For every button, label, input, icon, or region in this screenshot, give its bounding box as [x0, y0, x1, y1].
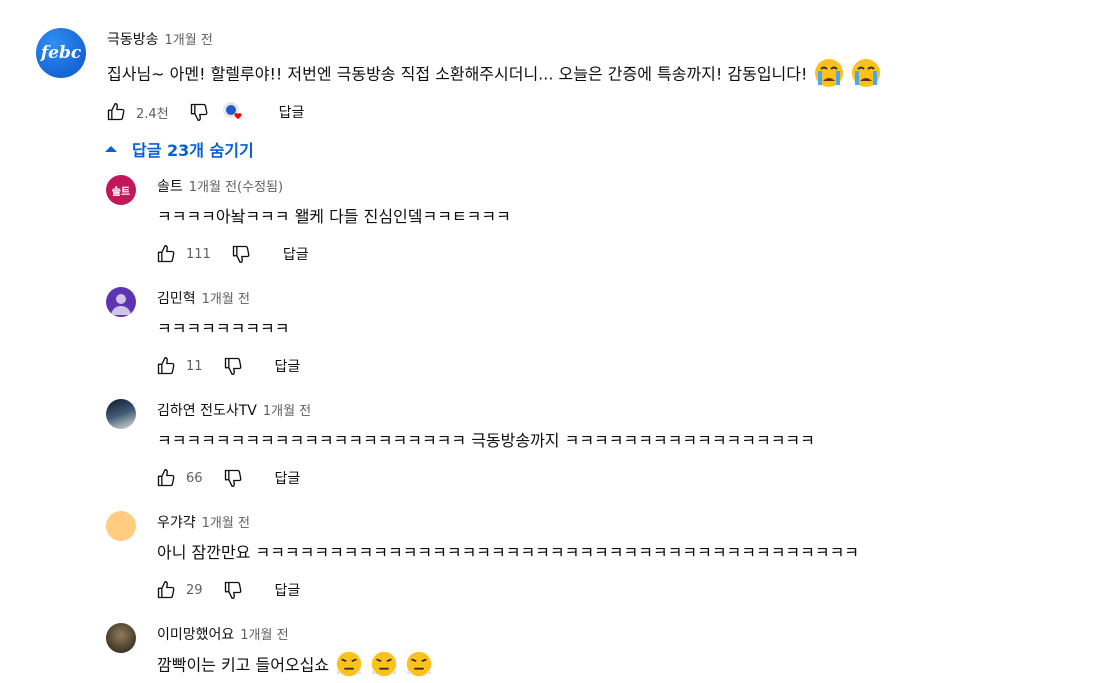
comment-thread: febc 극동방송 1개월 전 집사님~ 아멘! 할렐루야!! 저번엔 극동방송 … — [0, 0, 1099, 682]
thumbs-up-icon — [157, 468, 175, 487]
reply-text: 아니 잠깐만요 ㅋㅋㅋㅋㅋㅋㅋㅋㅋㅋㅋㅋㅋㅋㅋㅋㅋㅋㅋㅋㅋㅋㅋㅋㅋㅋㅋㅋㅋㅋㅋㅋ… — [157, 543, 860, 562]
reply-author-line: 솔트 1개월 전(수정됨) — [157, 176, 283, 196]
thumbs-down-icon — [232, 245, 250, 264]
reply-button[interactable]: 답글 — [275, 356, 301, 376]
thumbs-down-icon — [224, 357, 241, 376]
comment-author-line: 극동방송 1개월 전 — [107, 29, 213, 49]
comment-text: 집사님~ 아멘! 할렐루야!! 저번엔 극동방송 직접 소환해주시더니... 오… — [107, 57, 882, 93]
reply-author[interactable]: 솔트 — [157, 179, 183, 195]
reply-avatar[interactable]: 솔트 — [106, 175, 136, 205]
hide-replies-label: 답글 23개 숨기기 — [132, 141, 254, 160]
steam-face-emoji-icon — [404, 649, 434, 683]
reply-avatar[interactable] — [106, 511, 136, 541]
reply-text: 깜빡이는 키고 들어오십쇼 — [157, 649, 434, 683]
reply-avatar[interactable] — [106, 287, 136, 317]
reply-button[interactable]: 답글 — [275, 468, 301, 488]
comment-text-content: 집사님~ 아멘! 할렐루야!! 저번엔 극동방송 직접 소환해주시더니... 오… — [107, 64, 808, 84]
dislike-button[interactable] — [187, 100, 211, 124]
default-user-icon — [111, 294, 131, 315]
steam-face-emoji-icon — [369, 649, 399, 683]
like-button[interactable] — [154, 354, 178, 378]
like-button[interactable] — [104, 100, 128, 124]
thumbs-down-icon — [224, 581, 241, 600]
reply-author[interactable]: 김민혁 — [157, 291, 196, 307]
reply-author[interactable]: 우갸갹 — [157, 515, 196, 531]
reply-time[interactable]: 1개월 전(수정됨) — [189, 180, 283, 195]
channel-avatar[interactable]: febc — [36, 28, 86, 78]
reply-author-line: 김민혁 1개월 전 — [157, 288, 250, 308]
reply-text: ㅋㅋㅋㅋㅋㅋㅋㅋㅋㅋㅋㅋㅋㅋㅋㅋㅋㅋㅋㅋㅋ 극동방송까지 ㅋㅋㅋㅋㅋㅋㅋㅋㅋㅋㅋ… — [157, 431, 815, 450]
like-count: 11 — [186, 358, 203, 374]
reply-author[interactable]: 이미망했어요 — [157, 627, 234, 643]
reply-actions: 66 답글 — [154, 466, 300, 490]
dislike-button[interactable] — [221, 578, 245, 602]
reply-time[interactable]: 1개월 전 — [263, 404, 311, 419]
dislike-button[interactable] — [229, 242, 253, 266]
thumbs-up-icon — [157, 580, 175, 599]
reply-actions: 11 답글 — [154, 354, 300, 378]
reply-time[interactable]: 1개월 전 — [202, 292, 250, 307]
reply-author-line: 김하연 전도사TV 1개월 전 — [157, 400, 311, 420]
creator-avatar-heart-icon — [222, 102, 242, 119]
steam-face-emoji-icon — [334, 649, 364, 683]
comment-author[interactable]: 극동방송 — [107, 32, 159, 48]
creator-heart-badge — [221, 100, 245, 124]
reply-actions: 111 답글 — [154, 242, 309, 266]
caret-up-icon — [105, 146, 117, 152]
reply-avatar[interactable] — [106, 399, 136, 429]
crying-face-emoji-icon — [850, 57, 882, 93]
reply-text-content: 깜빡이는 키고 들어오십쇼 — [157, 655, 330, 675]
reply-button[interactable]: 답글 — [283, 244, 309, 264]
like-count: 2.4천 — [136, 106, 169, 122]
hide-replies-button[interactable]: 답글 23개 숨기기 — [104, 137, 254, 161]
reply-author-line: 우갸갹 1개월 전 — [157, 512, 250, 532]
reply-button[interactable]: 답글 — [275, 580, 301, 600]
reply-avatar[interactable] — [106, 623, 136, 653]
reply-text: ㅋㅋㅋㅋ아놬ㅋㅋㅋ 왤케 다들 진심인뎈ㅋㅋㅌㅋㅋㅋ — [157, 207, 511, 226]
reply-author-line: 이미망했어요 1개월 전 — [157, 624, 289, 644]
like-button[interactable] — [154, 578, 178, 602]
comment-actions: 2.4천 답글 — [104, 100, 304, 124]
dislike-button[interactable] — [221, 466, 245, 490]
thumbs-up-icon — [107, 102, 125, 121]
dislike-button[interactable] — [221, 354, 245, 378]
thumbs-up-icon — [157, 244, 175, 263]
reply-button[interactable]: 답글 — [279, 102, 305, 122]
thumbs-up-icon — [157, 356, 175, 375]
like-button[interactable] — [154, 466, 178, 490]
thumbs-down-icon — [190, 103, 208, 122]
crying-face-emoji-icon — [813, 57, 845, 93]
like-count: 66 — [186, 470, 203, 486]
reply-time[interactable]: 1개월 전 — [240, 628, 288, 643]
like-count: 29 — [186, 582, 203, 598]
reply-text: ㅋㅋㅋㅋㅋㅋㅋㅋㅋ — [157, 319, 290, 338]
like-button[interactable] — [154, 242, 178, 266]
reply-author[interactable]: 김하연 전도사TV — [157, 403, 257, 419]
reply-actions: 29 답글 — [154, 578, 300, 602]
avatar-text: 솔트 — [111, 186, 131, 198]
reply-time[interactable]: 1개월 전 — [202, 516, 250, 531]
thumbs-down-icon — [224, 469, 241, 488]
like-count: 111 — [186, 246, 211, 262]
comment-time[interactable]: 1개월 전 — [165, 33, 213, 48]
